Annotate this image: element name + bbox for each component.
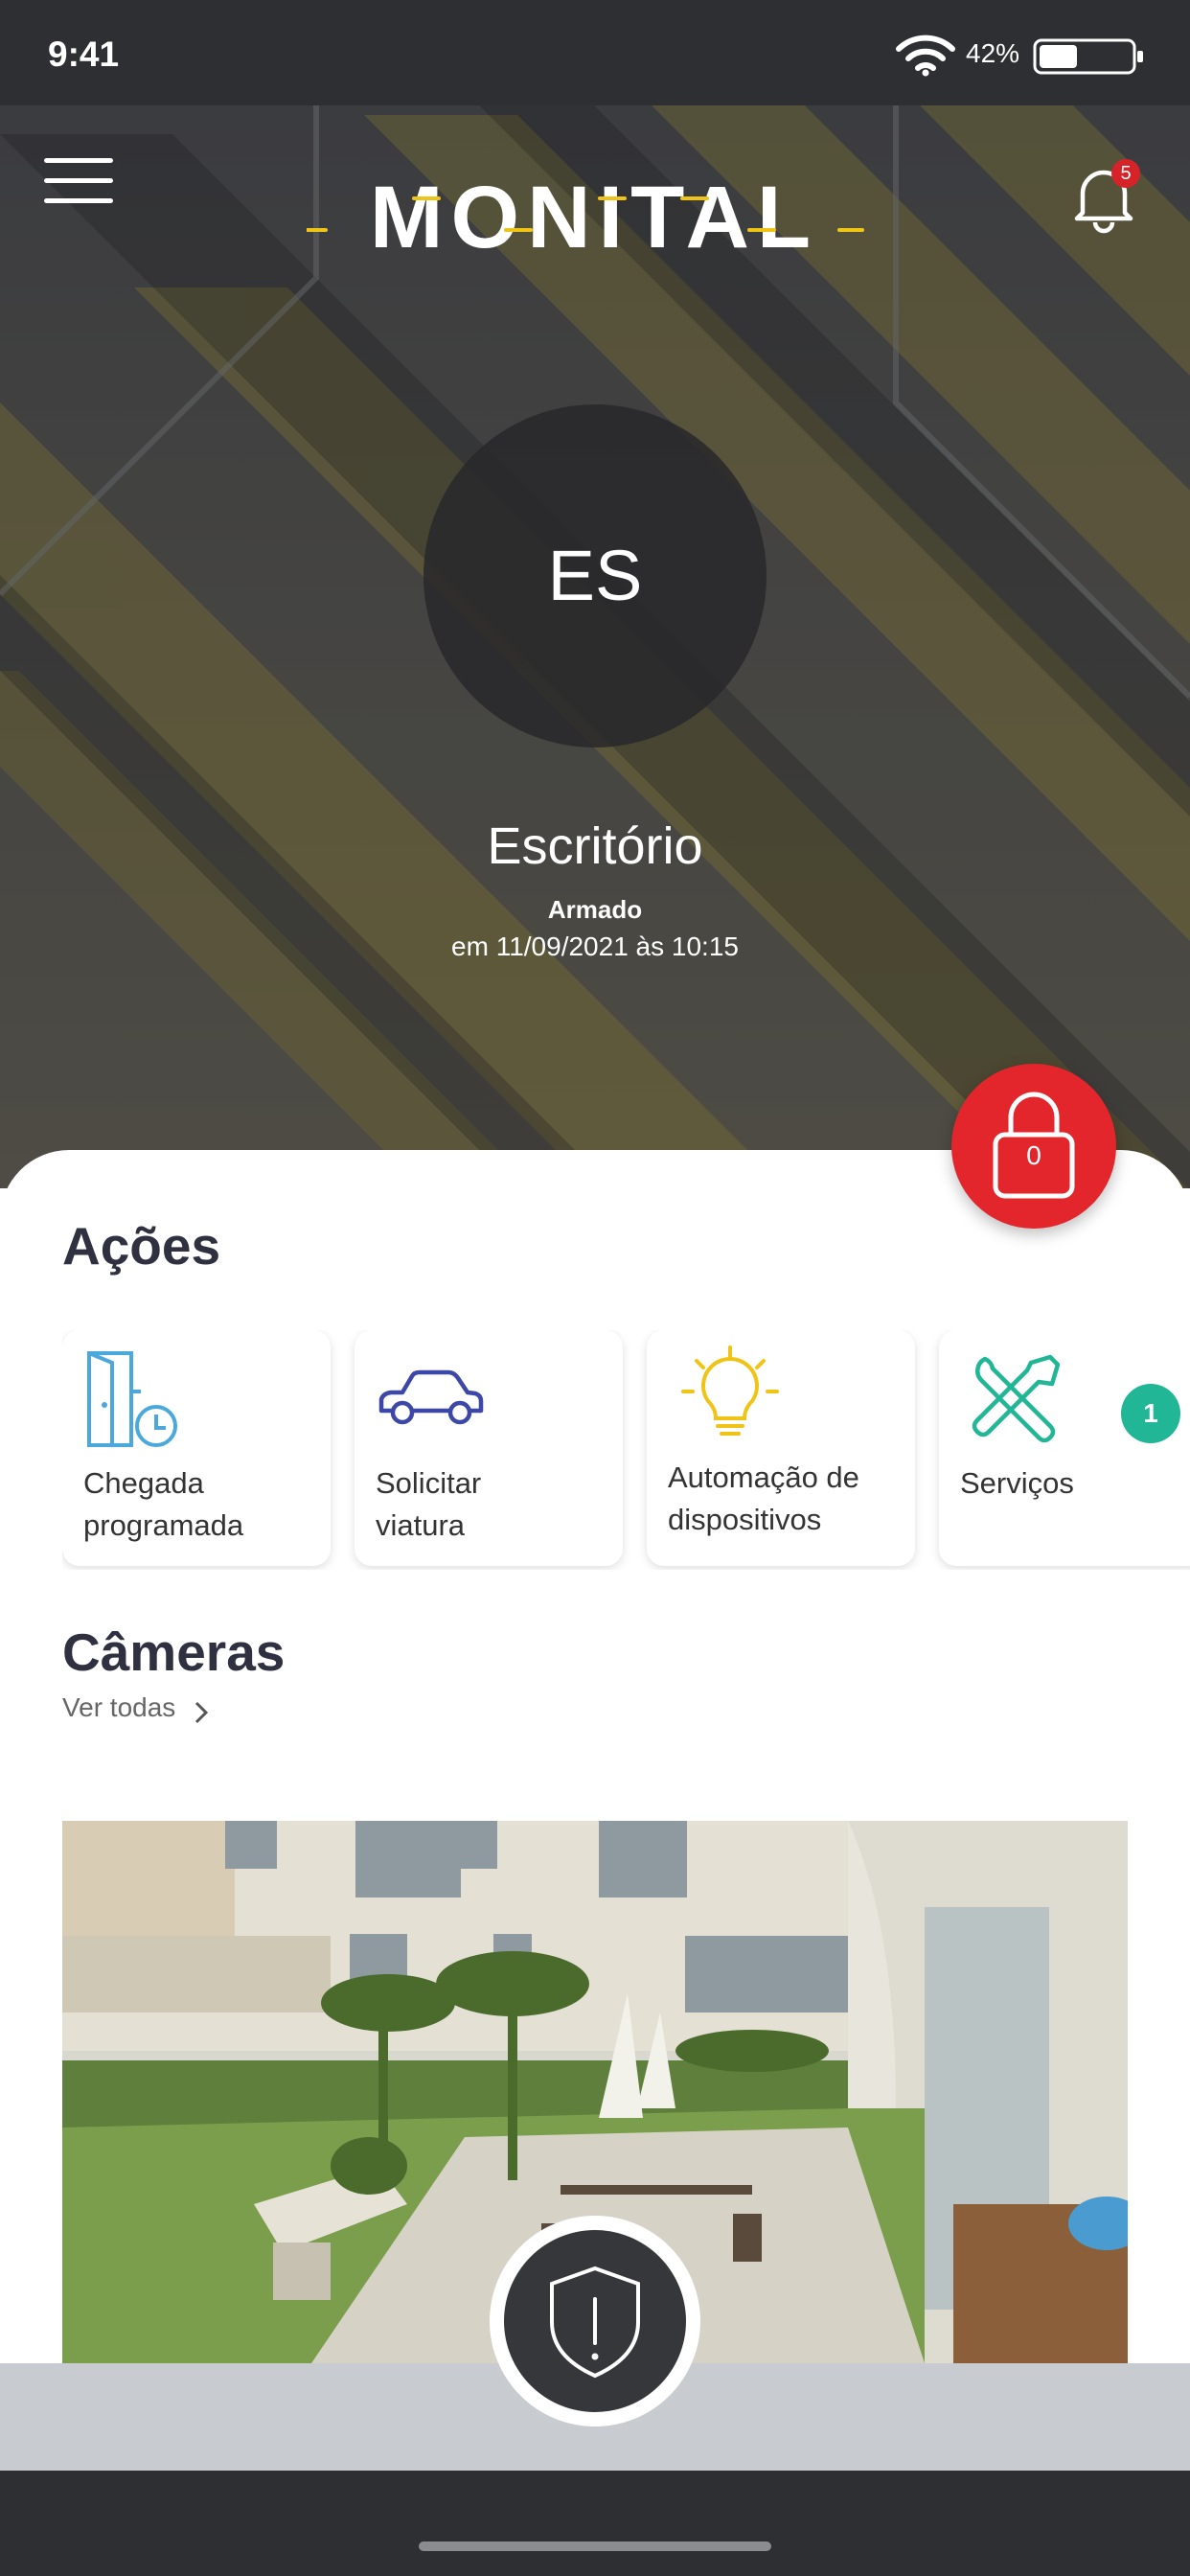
site-name: Escritório: [487, 817, 703, 875]
monital-logo: MONITAL: [307, 172, 864, 259]
svg-text:MONITAL: MONITAL: [370, 172, 818, 259]
chevron-right-icon[interactable]: [194, 1700, 209, 1725]
site-status: Armado: [547, 895, 643, 924]
actions-title: Ações: [62, 1216, 221, 1276]
door-clock-icon: [87, 1351, 177, 1447]
home-indicator[interactable]: [419, 2542, 771, 2551]
view-all-cameras-link[interactable]: Ver todas: [62, 1692, 175, 1723]
home-indicator-area: [0, 2471, 1190, 2576]
site-status-time: em 11/09/2021 às 10:15: [451, 932, 739, 961]
lock-count: 0: [1026, 1140, 1041, 1170]
action-card-request-vehicle[interactable]: Solicitar viatura: [355, 1330, 623, 1566]
notifications-button[interactable]: 5: [1069, 157, 1140, 234]
wifi-icon: [896, 34, 955, 77]
cameras-title: Câmeras: [62, 1622, 286, 1682]
action-card-scheduled-arrival[interactable]: Chegada programada: [62, 1330, 331, 1566]
panic-alert-button[interactable]: [490, 2216, 700, 2426]
tools-icon: [972, 1354, 1061, 1443]
action-label-device-automation: Automação de dispositivos: [668, 1460, 859, 1536]
battery-icon: [1033, 38, 1143, 75]
actions-carousel[interactable]: Chegada programada Solicitar viatura Autom…: [62, 1330, 1190, 1570]
battery-percent: 42%: [966, 38, 1020, 68]
status-time: 9:41: [48, 34, 120, 74]
shield-alert-icon: [550, 2266, 640, 2379]
menu-icon[interactable]: [44, 155, 115, 207]
arm-lock-button[interactable]: 0: [951, 1064, 1116, 1229]
services-badge: 1: [1121, 1384, 1180, 1443]
action-label-scheduled-arrival: Chegada programada: [83, 1466, 244, 1542]
action-label-services: Serviços: [960, 1466, 1074, 1500]
action-card-device-automation[interactable]: Automação de dispositivos: [647, 1330, 915, 1566]
car-icon: [378, 1369, 484, 1425]
site-avatar: ES: [423, 404, 767, 748]
action-card-services[interactable]: Serviços 1: [939, 1330, 1190, 1566]
notifications-badge: 5: [1111, 159, 1140, 188]
status-bar: 9:41 42%: [0, 0, 1190, 105]
lightbulb-icon: [681, 1346, 779, 1436]
action-label-request-vehicle: Solicitar viatura: [376, 1466, 482, 1542]
